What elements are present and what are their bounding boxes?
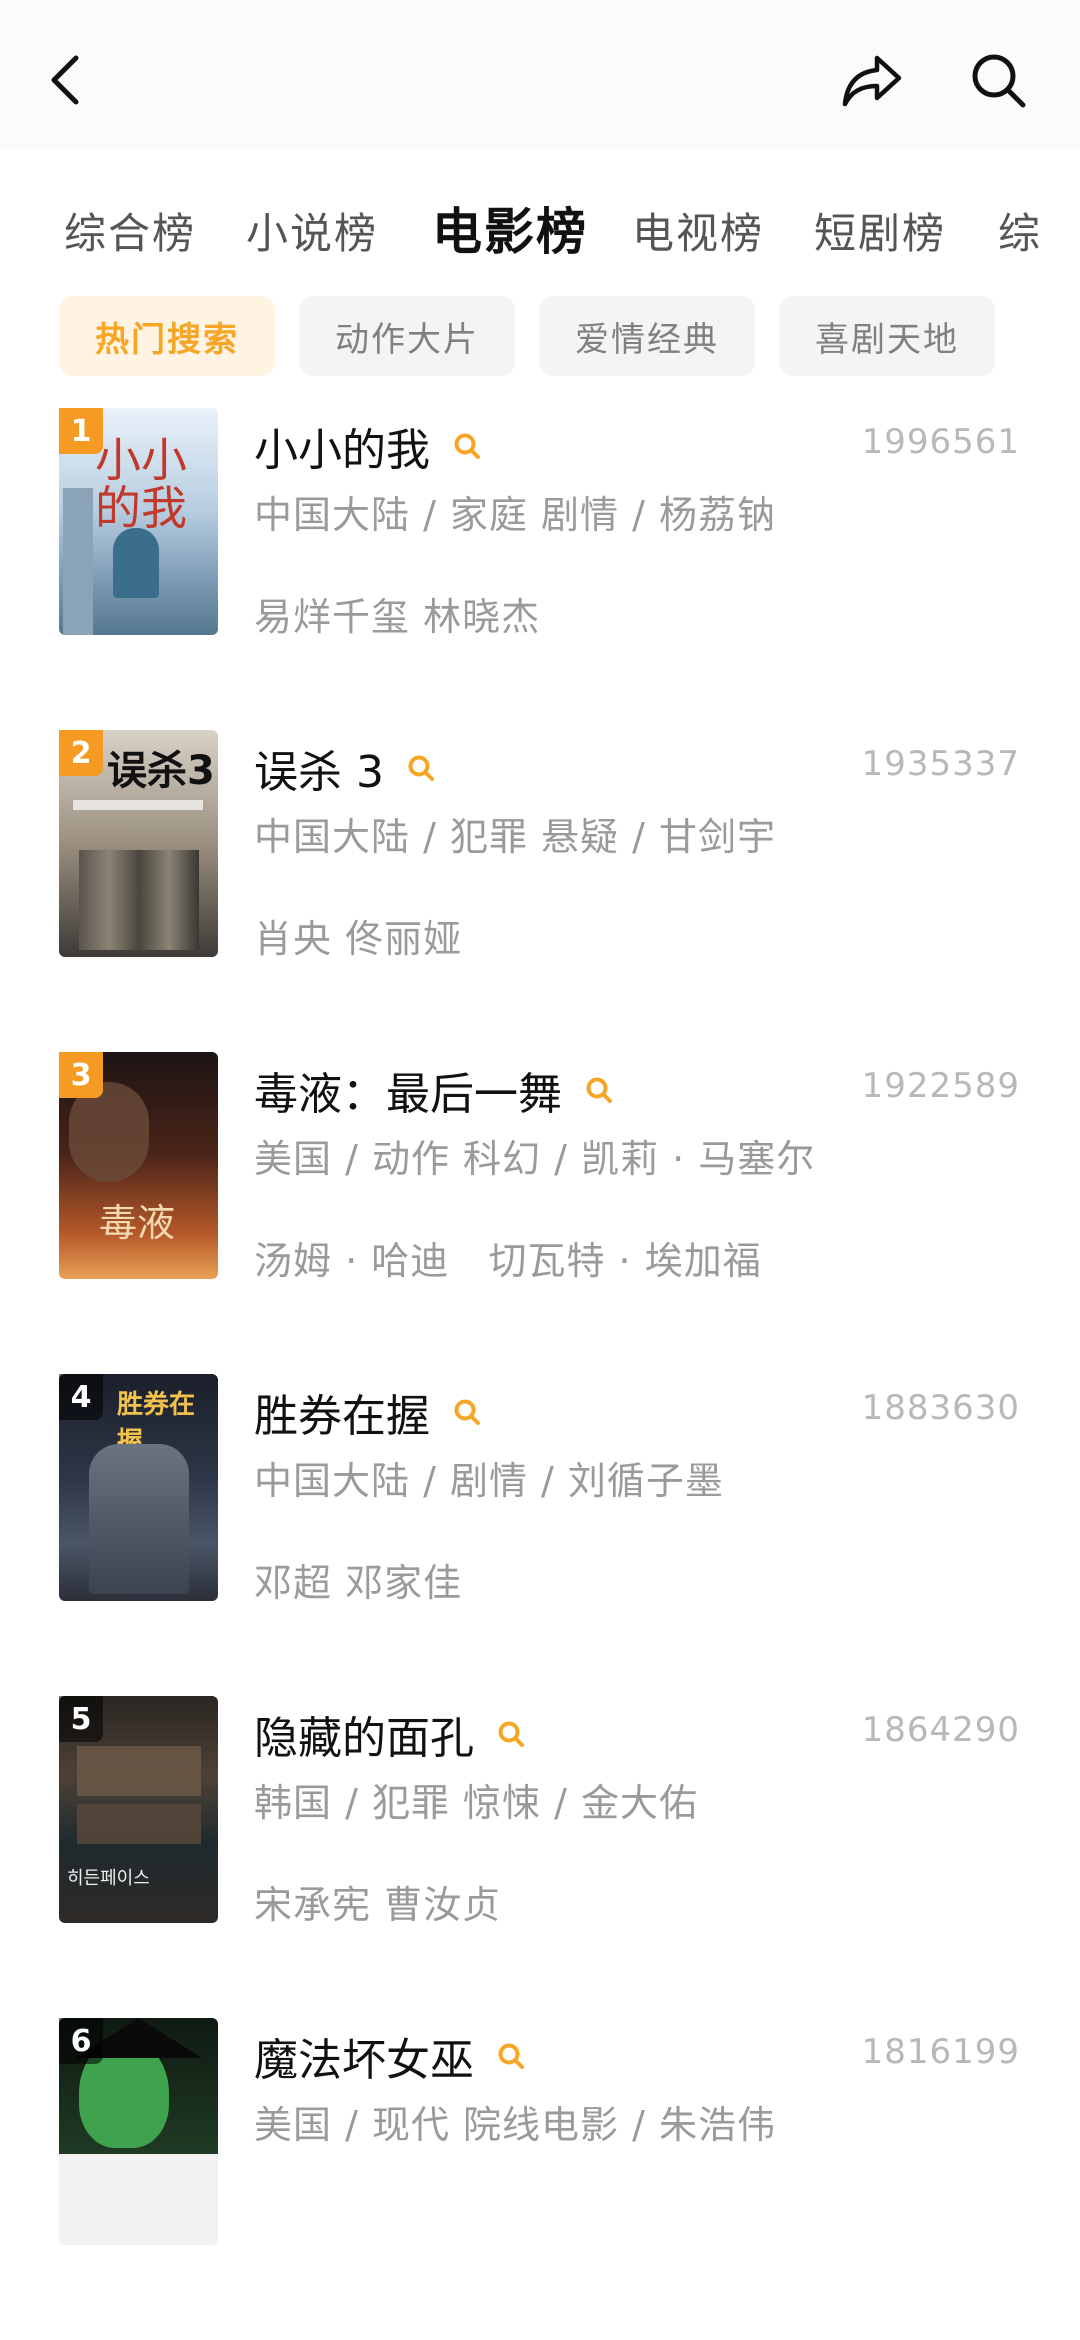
movie-title-text: 小小的我 [254, 425, 430, 476]
search-button[interactable] [958, 40, 1038, 120]
movie-title-text: 毒液：最后一舞 [254, 1069, 562, 1120]
rank-badge: 5 [59, 1696, 103, 1742]
poster-title: 误杀3 [107, 748, 215, 794]
movie-cast: 肖央 佟丽娅 [254, 917, 463, 961]
share-button[interactable] [832, 40, 912, 120]
category-tabs: 综合榜 小说榜 电影榜 电视榜 短剧榜 综 [0, 182, 1080, 272]
search-icon[interactable] [584, 1075, 614, 1105]
movie-title: 毒液：最后一舞 [254, 1058, 614, 1122]
movie-title-text: 胜券在握 [254, 1391, 430, 1442]
poster-panel [77, 1746, 201, 1796]
search-icon[interactable] [496, 2041, 526, 2071]
rank-badge: 4 [59, 1374, 103, 1420]
movie-meta: 中国大陆 / 剧情 / 刘循子墨 [254, 1459, 724, 1503]
search-count: 1883630 [861, 1388, 1020, 1428]
movie-title-text: 误杀 3 [254, 747, 384, 798]
movie-title: 胜券在握 [254, 1380, 482, 1444]
movie-cast: 宋承宪 曹汝贞 [254, 1883, 502, 1927]
tab-movie[interactable]: 电影榜 [432, 192, 588, 264]
list-item[interactable]: 误杀3 2 误杀 3 1935337 中国大陆 / 犯罪 悬疑 / 甘剑宇 肖央… [0, 730, 1080, 1052]
poster-figures [79, 850, 199, 950]
poster-title: 小小的我 [95, 433, 187, 536]
movie-meta: 中国大陆 / 犯罪 悬疑 / 甘剑宇 [254, 815, 777, 859]
movie-meta: 中国大陆 / 家庭 剧情 / 杨荔钠 [254, 493, 777, 537]
tab-short-drama[interactable]: 短剧榜 [814, 200, 946, 261]
search-count: 1935337 [861, 744, 1020, 784]
chip-action[interactable]: 动作大片 [299, 296, 515, 376]
movie-title: 误杀 3 [254, 736, 436, 800]
chip-romance[interactable]: 爱情经典 [539, 296, 755, 376]
share-icon [842, 55, 902, 107]
movie-cast: 汤姆 · 哈迪 切瓦特 · 埃加福 [254, 1239, 762, 1283]
chip-hot-search[interactable]: 热门搜索 [59, 296, 275, 376]
movie-meta: 韩国 / 犯罪 惊悚 / 金大佑 [254, 1781, 699, 1825]
back-icon [51, 55, 79, 105]
search-icon[interactable] [452, 1397, 482, 1427]
list-item[interactable]: 6 魔法坏女巫 1816199 美国 / 现代 院线电影 / 朱浩伟 [0, 2018, 1080, 2340]
poster-title: 히든페이스 [67, 1868, 150, 1889]
rank-badge: 3 [59, 1052, 103, 1098]
movie-title: 小小的我 [254, 414, 482, 478]
search-icon[interactable] [452, 431, 482, 461]
movie-title: 隐藏的面孔 [254, 1702, 526, 1766]
movie-title-text: 魔法坏女巫 [254, 2035, 474, 2086]
search-icon[interactable] [496, 1719, 526, 1749]
list-item[interactable]: 胜券在握 4 胜券在握 1883630 中国大陆 / 剧情 / 刘循子墨 邓超 … [0, 1374, 1080, 1696]
list-item[interactable]: 히든페이스 5 隐藏的面孔 1864290 韩国 / 犯罪 惊悚 / 金大佑 宋… [0, 1696, 1080, 2018]
search-count: 1816199 [861, 2032, 1020, 2072]
tab-novel[interactable]: 小说榜 [246, 200, 378, 261]
list-item[interactable]: 小小的我 1 小小的我 1996561 中国大陆 / 家庭 剧情 / 杨荔钠 易… [0, 408, 1080, 730]
poster-panel [77, 1804, 201, 1844]
poster-building [63, 488, 93, 635]
search-icon [972, 54, 1026, 108]
search-count: 1996561 [861, 422, 1020, 462]
tab-overall[interactable]: 综合榜 [64, 200, 196, 261]
movie-cast: 易烊千玺 林晓杰 [254, 595, 541, 639]
rank-badge: 2 [59, 730, 103, 776]
poster-figure [113, 528, 159, 598]
movie-meta: 美国 / 动作 科幻 / 凯莉 · 马塞尔 [254, 1137, 816, 1181]
movie-cast: 邓超 邓家佳 [254, 1561, 463, 1605]
back-button[interactable] [24, 40, 104, 120]
movie-title: 魔法坏女巫 [254, 2024, 526, 2088]
search-count: 1922589 [861, 1066, 1020, 1106]
movie-meta: 美国 / 现代 院线电影 / 朱浩伟 [254, 2103, 777, 2147]
search-count: 1864290 [861, 1710, 1020, 1750]
tab-tv[interactable]: 电视榜 [632, 200, 764, 261]
poster-subtitle-bar [73, 800, 203, 810]
list-item[interactable]: 毒液 3 毒液：最后一舞 1922589 美国 / 动作 科幻 / 凯莉 · 马… [0, 1052, 1080, 1374]
top-bar [0, 0, 1080, 150]
poster-figure [89, 1444, 189, 1594]
tab-variety[interactable]: 综 [998, 200, 1042, 261]
search-icon[interactable] [406, 753, 436, 783]
movie-title-text: 隐藏的面孔 [254, 1713, 474, 1764]
rank-badge: 1 [59, 408, 103, 454]
chip-comedy[interactable]: 喜剧天地 [779, 296, 995, 376]
rank-badge: 6 [59, 2018, 103, 2064]
poster-title: 毒液 [99, 1201, 176, 1245]
